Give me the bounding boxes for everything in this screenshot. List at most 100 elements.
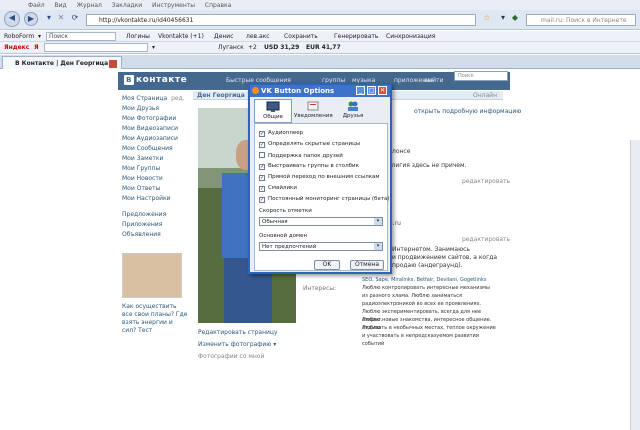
checkbox-direct-links[interactable]: ✓ xyxy=(259,175,265,181)
stop-icon[interactable]: ✕ xyxy=(54,12,68,26)
menu-my-news[interactable]: Мои Новости xyxy=(122,175,188,185)
reload-icon[interactable]: ⟳ xyxy=(68,12,82,26)
show-details-link[interactable]: открыть подробную информацию xyxy=(414,108,521,115)
menu-my-audio[interactable]: Мои Аудиозаписи xyxy=(122,135,188,145)
ok-button[interactable]: OK xyxy=(314,260,340,270)
tab-general-label: Общие xyxy=(263,114,283,120)
menu-edit-link[interactable]: ред. xyxy=(171,95,185,102)
menu-my-photos[interactable]: Мои Фотографии xyxy=(122,115,188,125)
roboform-search-input[interactable]: Поиск xyxy=(46,32,116,41)
menu-view[interactable]: Вид xyxy=(55,2,67,9)
checkbox-monitoring[interactable]: ✓ xyxy=(259,197,265,203)
menu-my-groups[interactable]: Мои Группы xyxy=(122,165,188,175)
change-photo-link[interactable]: Изменить фотографию ▾ xyxy=(198,339,278,351)
lev-bookmark[interactable]: лев.акс xyxy=(246,33,270,40)
checkbox-groups-column[interactable]: ✓ xyxy=(259,164,265,170)
option-label: Выстраивать группы в столбик xyxy=(268,163,359,169)
ad-text[interactable]: Как осуществить все свои планы? Где взят… xyxy=(122,303,188,335)
tab-vkontakte[interactable]: В Контакте | Ден Георгица xyxy=(2,56,122,69)
photos-with-me[interactable]: Фотографии со мной xyxy=(198,351,278,363)
info-line-4: и продвижением сайтов, а когда xyxy=(392,254,498,261)
chevron-down-icon[interactable]: ▾ xyxy=(38,33,41,40)
speed-select[interactable]: Обычная ▾ xyxy=(259,217,383,226)
left-menu: Моя Страница ред. Мои Друзья Мои Фотограф… xyxy=(122,95,188,241)
menu-my-friends[interactable]: Мои Друзья xyxy=(122,105,188,115)
tab-friends[interactable]: Друзья xyxy=(334,99,372,123)
chevron-down-icon[interactable]: ▾ xyxy=(374,243,382,250)
maximize-icon[interactable]: □ xyxy=(367,86,376,95)
cancel-button[interactable]: Отмена xyxy=(350,260,384,270)
edit-link-2[interactable]: редактировать xyxy=(462,236,510,244)
save-button[interactable]: Сохранить xyxy=(284,33,318,40)
menu-file[interactable]: Файл xyxy=(28,2,45,9)
eur-rate[interactable]: EUR 41,77 xyxy=(306,44,341,51)
option-hidden-pages[interactable]: ✓ Определять скрытые страницы xyxy=(259,141,360,148)
denis-bookmark[interactable]: Денис xyxy=(214,33,234,40)
tab-general[interactable]: Общие xyxy=(254,99,292,123)
menu-my-settings[interactable]: Мои Настройки xyxy=(122,195,188,205)
ad-image[interactable] xyxy=(122,253,182,298)
logins-button[interactable]: Логины xyxy=(126,33,150,40)
checkbox-friend-folders[interactable] xyxy=(259,152,265,158)
back-button[interactable]: ◀ xyxy=(4,11,20,27)
dialog-title-bar[interactable]: VK Button Options _ □ ✕ xyxy=(250,85,390,97)
vk-logo[interactable]: Вконтакте xyxy=(124,75,187,85)
yandex-search-input[interactable] xyxy=(44,43,148,52)
option-monitoring[interactable]: ✓ Постоянный мониторинг страницы (бета) xyxy=(259,196,390,203)
option-smileys[interactable]: ✓ Смайлики xyxy=(259,185,297,192)
option-groups-column[interactable]: ✓ Выстраивать группы в столбик xyxy=(259,163,359,170)
menu-history[interactable]: Журнал xyxy=(77,2,102,9)
option-label: Постоянный мониторинг страницы (бета) xyxy=(268,196,390,202)
forward-button[interactable]: ▶ xyxy=(24,12,38,26)
menu-my-answers[interactable]: Мои Ответы xyxy=(122,185,188,195)
domain-select[interactable]: Нет предпочтений ▾ xyxy=(259,242,383,251)
menu-my-notes[interactable]: Мои Заметки xyxy=(122,155,188,165)
info-line-3: Интернетом. Занимаюсь xyxy=(392,246,470,253)
menu-bookmarks[interactable]: Закладки xyxy=(112,2,142,9)
url-field[interactable]: http://vkontakte.ru/id40456631 xyxy=(86,14,476,26)
info-line-5: продаю (андеграунд). xyxy=(392,262,463,269)
info-line-9: радиоэлектроникой во всех ее проявлениях… xyxy=(362,301,482,307)
menu-offers[interactable]: Предложения xyxy=(122,211,188,221)
sync-button[interactable]: Синхронизация xyxy=(386,33,435,40)
menu-help[interactable]: Справка xyxy=(205,2,231,9)
tab-notifications-label: Уведомления xyxy=(294,113,333,119)
nav-logout[interactable]: выйти xyxy=(424,77,444,84)
menu-my-videos[interactable]: Мои Видеозаписи xyxy=(122,125,188,135)
vkontakte-bookmark[interactable]: Vkontakte (+1) xyxy=(158,33,204,40)
yandex-letter-icon[interactable]: Я xyxy=(34,44,39,51)
bookmark-star-icon[interactable]: ☆ xyxy=(480,12,494,26)
checkbox-hidden-pages[interactable]: ✓ xyxy=(259,142,265,148)
option-friend-folders[interactable]: Поддержка папок друзей xyxy=(259,152,343,159)
option-audio-player[interactable]: ✓ Аудиоплеер xyxy=(259,130,303,137)
yandex-logo[interactable]: Яндекс xyxy=(4,44,29,51)
web-search-input[interactable]: mail.ru: Поиск в Интернете xyxy=(526,14,636,26)
city-weather[interactable]: Луганск xyxy=(218,44,244,51)
menu-ads[interactable]: Объявления xyxy=(122,231,188,241)
edit-link-1[interactable]: редактировать xyxy=(462,178,510,186)
tab-notifications[interactable]: Уведомления xyxy=(294,99,333,123)
info-line-6[interactable]: SEO, Sape, Miralinks, Betfair, Devilani,… xyxy=(362,276,487,284)
edit-page-link[interactable]: Редактировать страницу xyxy=(198,327,278,339)
checkbox-audio-player[interactable]: ✓ xyxy=(259,131,265,137)
page-scrollbar[interactable] xyxy=(630,140,640,430)
generate-button[interactable]: Генерировать xyxy=(334,33,378,40)
addon-icon[interactable]: ◆ xyxy=(508,12,522,26)
menu-tools[interactable]: Инструменты xyxy=(152,2,195,9)
roboform-button[interactable]: RoboForm xyxy=(4,33,34,40)
minimize-icon[interactable]: _ xyxy=(356,86,365,95)
option-direct-links[interactable]: ✓ Прямой переход по внешним ссылкам xyxy=(259,174,380,181)
dialog-tabs: Общие Уведомления Друзья xyxy=(254,99,390,123)
tab-title: В Контакте | Ден Георгица xyxy=(15,60,109,67)
usd-rate[interactable]: USD 31,29 xyxy=(264,44,299,51)
app-icon xyxy=(252,87,259,94)
close-tab-icon[interactable] xyxy=(109,60,117,68)
close-icon[interactable]: ✕ xyxy=(378,86,387,95)
menu-my-messages[interactable]: Мои Сообщения xyxy=(122,145,188,155)
menu-my-page[interactable]: Моя Страница xyxy=(122,95,167,102)
chevron-down-icon[interactable]: ▾ xyxy=(374,218,382,225)
chevron-down-icon[interactable]: ▾ xyxy=(152,44,155,51)
vk-search-input[interactable]: Поиск xyxy=(454,71,508,81)
menu-apps[interactable]: Приложения xyxy=(122,221,188,231)
checkbox-smileys[interactable]: ✓ xyxy=(259,186,265,192)
